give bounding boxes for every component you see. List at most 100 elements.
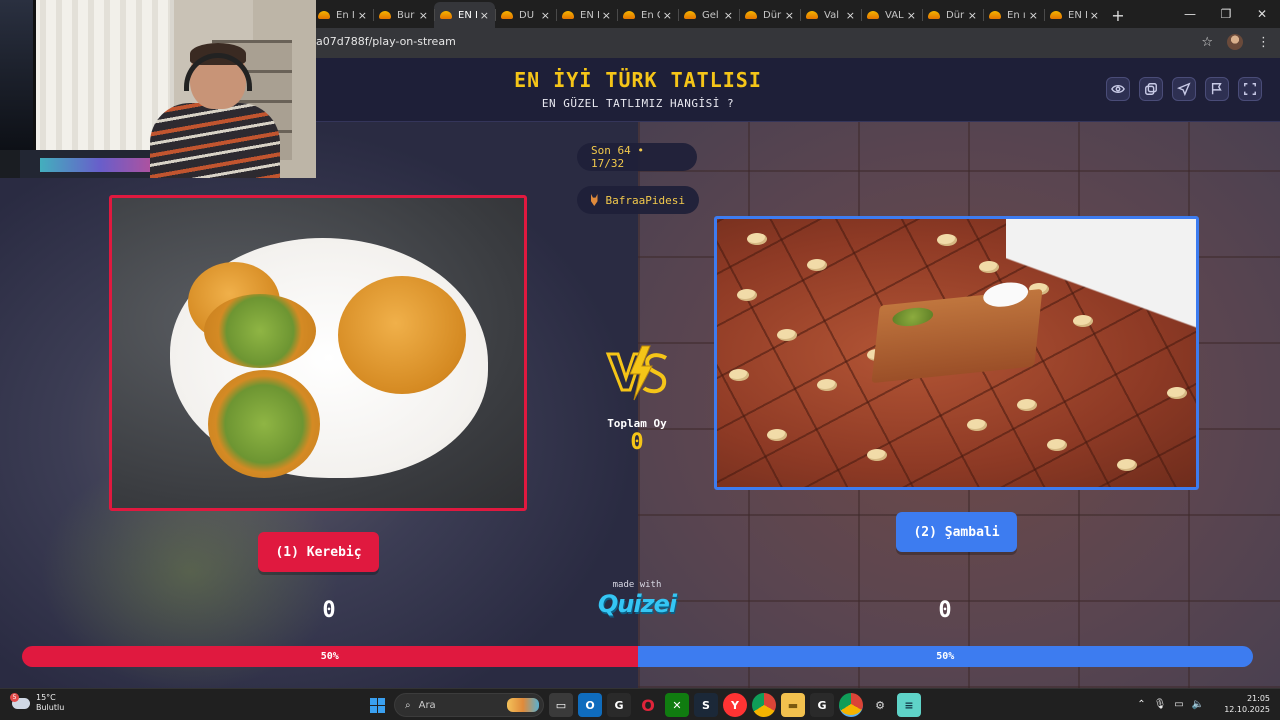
- browser-tab[interactable]: VAL ×: [861, 2, 922, 28]
- almond: [979, 261, 999, 273]
- almond: [1017, 399, 1037, 411]
- browser-tab[interactable]: En ı ×: [983, 2, 1044, 28]
- tab-favicon-icon: [989, 11, 1001, 19]
- tab-close-icon[interactable]: ×: [358, 9, 367, 22]
- flag-button[interactable]: [1205, 77, 1229, 101]
- chrome-icon[interactable]: [752, 693, 776, 717]
- opera-icon[interactable]: O: [636, 693, 660, 717]
- almond: [867, 449, 887, 461]
- yandex-icon[interactable]: Y: [723, 693, 747, 717]
- fullscreen-button[interactable]: [1238, 77, 1262, 101]
- left-vote-count: 0: [322, 598, 336, 623]
- browser-tab[interactable]: Dür ×: [922, 2, 983, 28]
- taskbar-apps: ⌕ Ara ▭ O G O ✕ S Y ▬ G ⚙ ≡: [365, 693, 921, 717]
- quizei-logo[interactable]: Quizei: [577, 590, 697, 618]
- tab-close-icon[interactable]: ×: [907, 9, 916, 22]
- almond: [1073, 315, 1093, 327]
- browser-tab[interactable]: DÜ ×: [495, 2, 556, 28]
- tab-close-icon[interactable]: ×: [602, 9, 611, 22]
- tab-title: Bur: [397, 9, 415, 21]
- outlook-icon[interactable]: O: [578, 693, 602, 717]
- search-icon: ⌕: [405, 699, 411, 711]
- tab-close-icon[interactable]: ×: [663, 9, 672, 22]
- almond: [807, 259, 827, 271]
- tab-favicon-icon: [806, 11, 818, 19]
- almond: [1167, 387, 1187, 399]
- made-with-label: made with: [612, 580, 662, 590]
- settings-icon[interactable]: ⚙: [868, 693, 892, 717]
- tab-title: Dür: [763, 9, 782, 21]
- tab-close-icon[interactable]: ×: [541, 9, 550, 22]
- volume-icon[interactable]: 🔈: [1192, 699, 1204, 710]
- tab-favicon-icon: [867, 11, 879, 19]
- tab-close-icon[interactable]: ×: [480, 9, 489, 22]
- right-percent-bar: 50%: [637, 646, 1253, 667]
- browser-tab[interactable]: En İ ×: [312, 2, 373, 28]
- taskbar-search[interactable]: ⌕ Ara: [394, 693, 544, 717]
- microphone-icon[interactable]: 🎙: [1154, 699, 1167, 710]
- browser-tab[interactable]: Dür ×: [739, 2, 800, 28]
- file-explorer-icon[interactable]: ▬: [781, 693, 805, 717]
- task-view-icon[interactable]: ▭: [549, 693, 573, 717]
- tab-favicon-icon: [379, 11, 391, 19]
- cloud-icon: 5: [10, 692, 30, 709]
- tab-favicon-icon: [623, 11, 635, 19]
- chrome-active-icon[interactable]: [839, 693, 863, 717]
- search-placeholder: Ara: [418, 699, 436, 711]
- close-window-icon[interactable]: ✕: [1244, 0, 1280, 28]
- weather-widget[interactable]: 5 15°C Bulutlu: [10, 692, 64, 713]
- eye-button[interactable]: [1106, 77, 1130, 101]
- streamer: [150, 43, 280, 178]
- option-right-image[interactable]: [714, 216, 1199, 490]
- browser-tab[interactable]: Val ×: [800, 2, 861, 28]
- almond: [767, 429, 787, 441]
- clock[interactable]: 21:05 12.10.2025: [1224, 693, 1270, 715]
- profile-avatar[interactable]: [1227, 34, 1243, 50]
- windows-start-icon[interactable]: [365, 693, 389, 717]
- almond: [1117, 459, 1137, 471]
- display-icon[interactable]: ▭: [1174, 699, 1183, 710]
- tab-list: En İ×Bur×EN İ×DÜ×EN İ×En G×Gel×Dür×Val×V…: [312, 2, 1105, 28]
- chevron-up-icon[interactable]: ⌃: [1137, 699, 1145, 710]
- right-vote-count: 0: [938, 598, 952, 623]
- flag-icon: [1211, 83, 1222, 95]
- tab-title: Val: [824, 9, 839, 21]
- tab-title: DÜ: [519, 9, 535, 21]
- option-left-image[interactable]: [109, 195, 527, 511]
- minimize-icon[interactable]: —: [1172, 0, 1208, 28]
- tab-close-icon[interactable]: ×: [1090, 9, 1099, 22]
- vote-right-button[interactable]: (2) Şambali: [896, 512, 1017, 552]
- app-g-icon[interactable]: G: [607, 693, 631, 717]
- browser-tab[interactable]: EN İ ×: [1044, 2, 1105, 28]
- copy-button[interactable]: [1139, 77, 1163, 101]
- bookmark-star-icon[interactable]: ☆: [1201, 35, 1213, 50]
- new-tab-button[interactable]: +: [1105, 2, 1131, 28]
- send-icon: [1177, 82, 1191, 96]
- menu-kebab-icon[interactable]: ⋮: [1257, 35, 1270, 50]
- clock-time: 21:05: [1246, 694, 1270, 703]
- tab-close-icon[interactable]: ×: [968, 9, 977, 22]
- app-g2-icon[interactable]: G: [810, 693, 834, 717]
- send-button[interactable]: [1172, 77, 1196, 101]
- tab-close-icon[interactable]: ×: [846, 9, 855, 22]
- tab-close-icon[interactable]: ×: [724, 9, 733, 22]
- restore-icon[interactable]: ❐: [1208, 0, 1244, 28]
- browser-tab[interactable]: Bur ×: [373, 2, 434, 28]
- tab-close-icon[interactable]: ×: [419, 9, 428, 22]
- user-badge: BafraaPidesi: [577, 186, 699, 214]
- xbox-icon[interactable]: ✕: [665, 693, 689, 717]
- tab-title: En İ: [336, 9, 355, 21]
- steam-icon[interactable]: S: [694, 693, 718, 717]
- total-votes-label: Toplam Oy: [607, 417, 667, 430]
- tab-favicon-icon: [928, 11, 940, 19]
- url-field[interactable]: a07d788f/play-on-stream: [316, 35, 456, 48]
- vote-left-button[interactable]: (1) Kerebiç: [258, 532, 379, 572]
- search-highlight-icon: [507, 698, 539, 712]
- tab-close-icon[interactable]: ×: [785, 9, 794, 22]
- browser-tab[interactable]: EN İ ×: [556, 2, 617, 28]
- browser-tab[interactable]: Gel ×: [678, 2, 739, 28]
- browser-tab[interactable]: EN İ ×: [434, 2, 495, 28]
- notepad-icon[interactable]: ≡: [897, 693, 921, 717]
- browser-tab[interactable]: En G×: [617, 2, 678, 28]
- tab-close-icon[interactable]: ×: [1029, 9, 1038, 22]
